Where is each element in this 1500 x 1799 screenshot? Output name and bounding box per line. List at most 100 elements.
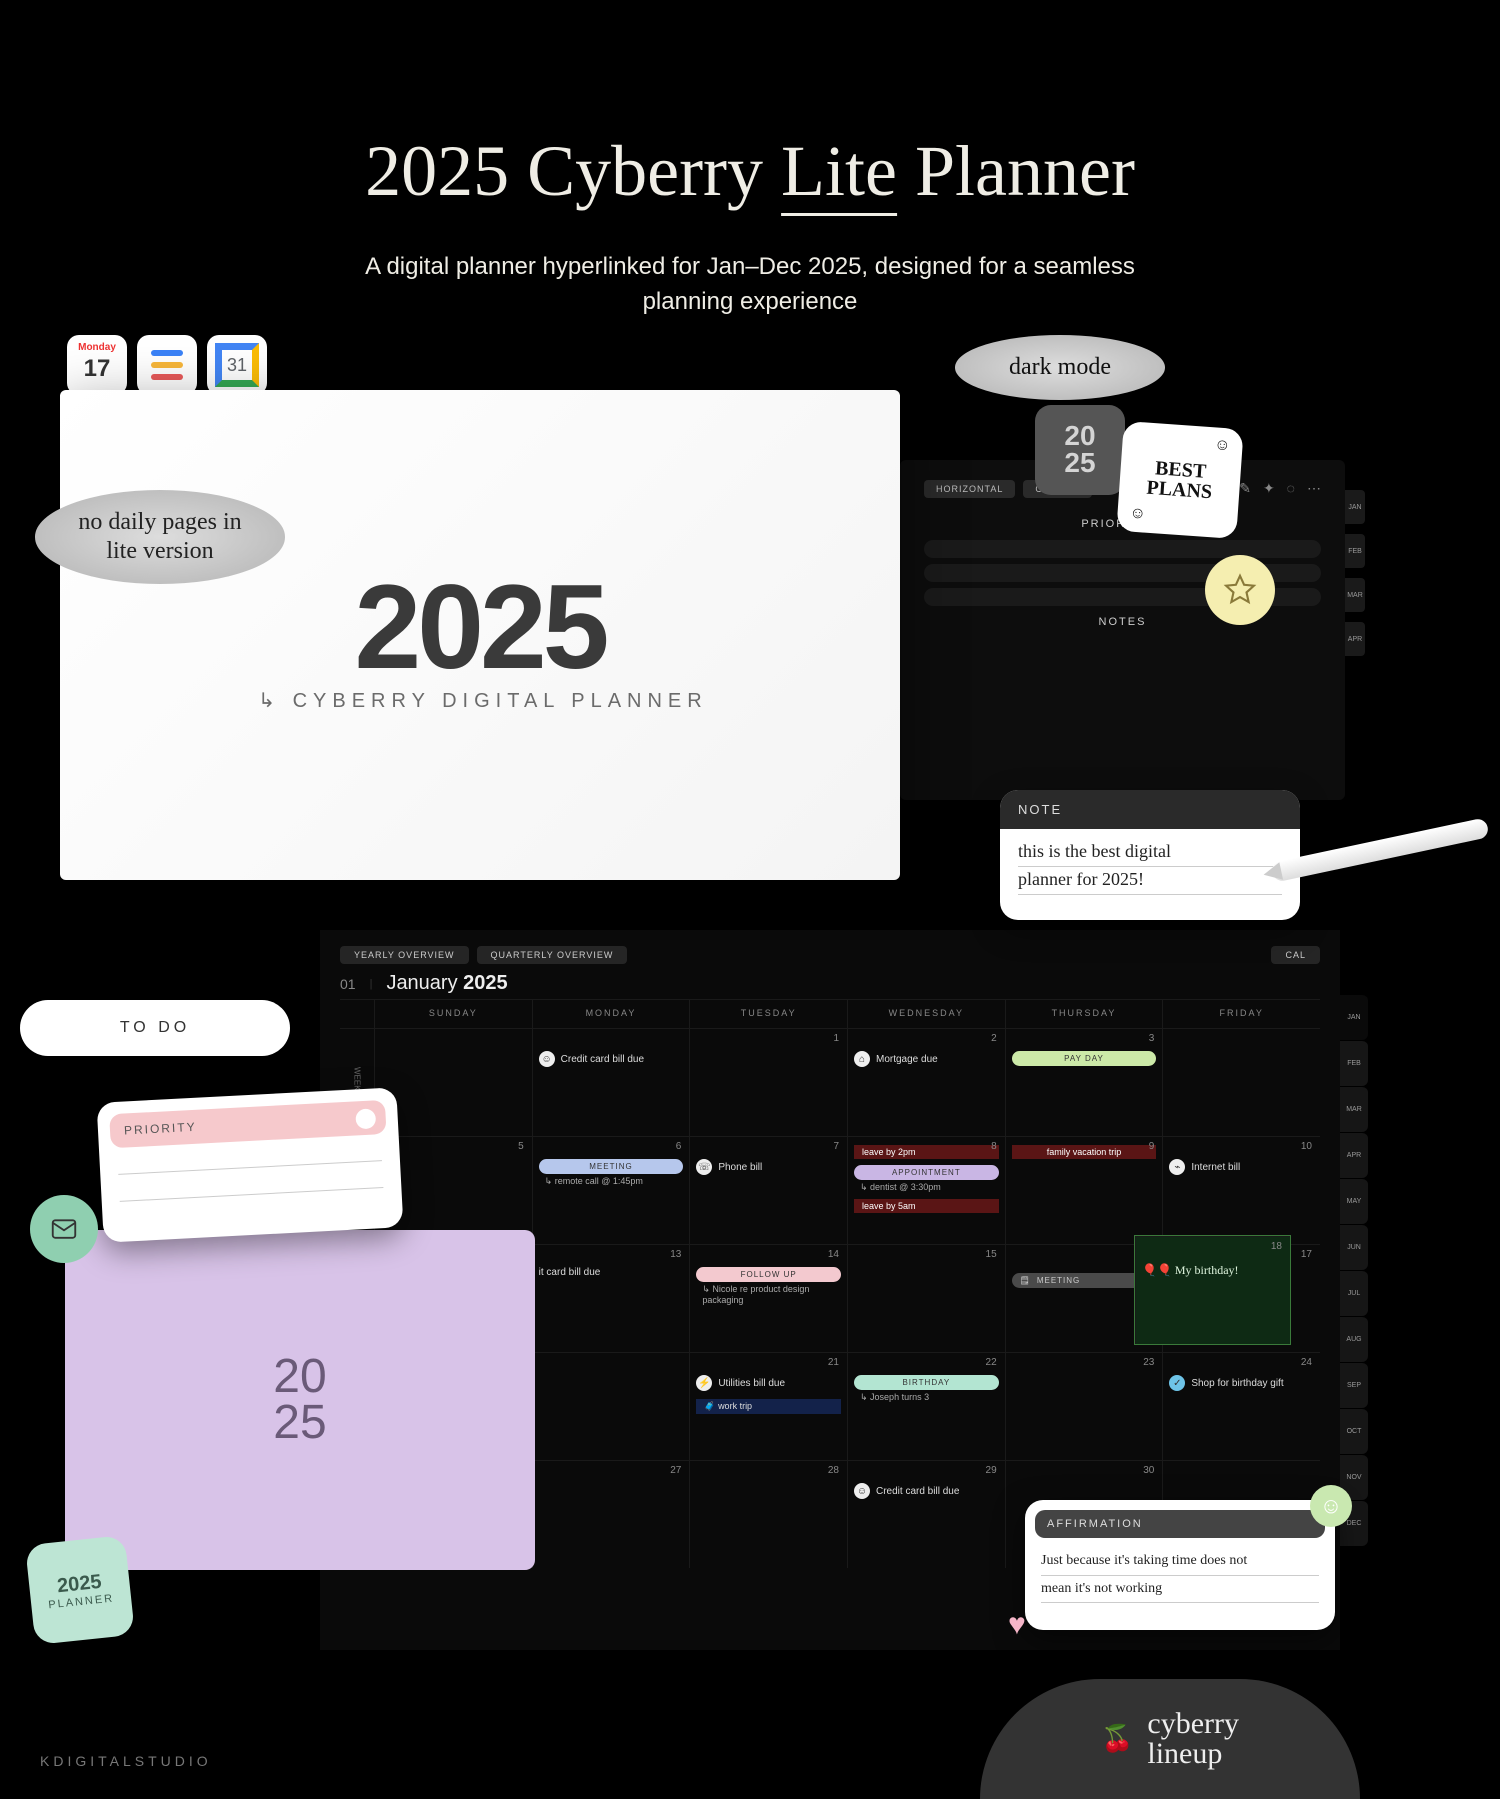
event-pill: BIRTHDAY xyxy=(854,1375,999,1390)
month-tab[interactable]: SEP xyxy=(1340,1362,1368,1408)
day-cell[interactable]: 21 ⚡Utilities bill due 🧳 work trip xyxy=(689,1352,847,1460)
day-cell[interactable]: 8 leave by 2pm APPOINTMENT dentist @ 3:3… xyxy=(847,1136,1005,1244)
title-post: Planner xyxy=(897,131,1135,211)
lineup-badge: 🍒 cyberry lineup xyxy=(980,1679,1360,1799)
day-cell[interactable]: ☺Credit card bill due xyxy=(532,1028,690,1136)
cover-subtitle: CYBERRY DIGITAL PLANNER xyxy=(252,688,707,713)
month-tab[interactable]: OCT xyxy=(1340,1408,1368,1454)
apple-calendar-icon: Monday 17 xyxy=(67,335,127,395)
side-tab[interactable]: APR xyxy=(1345,622,1365,656)
affirmation-line: Just because it's taking time does not xyxy=(1041,1548,1319,1576)
priority-label: PRIORITY xyxy=(109,1100,386,1148)
check-icon: ✓ xyxy=(1169,1375,1185,1391)
note-card: NOTE this is the best digital planner fo… xyxy=(1000,790,1300,920)
event-text: Internet bill xyxy=(1191,1162,1240,1173)
day-cell[interactable]: 29 ☺Credit card bill due xyxy=(847,1460,1005,1568)
day-cell[interactable]: 24 ✓Shop for birthday gift xyxy=(1162,1352,1320,1460)
bolt-icon: ⚡ xyxy=(696,1375,712,1391)
day-cell[interactable]: 1 xyxy=(689,1028,847,1136)
day-cell[interactable]: 13 it card bill due xyxy=(532,1244,690,1352)
page-title: 2025 Cyberry Lite Planner xyxy=(365,130,1135,213)
day-cell[interactable]: 14 FOLLOW UP Nicole re product design pa… xyxy=(689,1244,847,1352)
day-cell[interactable]: 28 xyxy=(689,1460,847,1568)
event-text: Mortgage due xyxy=(876,1054,938,1065)
notes-heading: NOTES xyxy=(924,616,1321,628)
calendar-day: 17 xyxy=(84,355,111,383)
day-cell[interactable]: 6 MEETING remote call @ 1:45pm xyxy=(532,1136,690,1244)
dow-header: MONDAY xyxy=(532,1000,690,1028)
event-bar: leave by 2pm xyxy=(854,1145,999,1159)
side-tab[interactable]: MAR xyxy=(1345,578,1365,612)
lineup-text: cyberry lineup xyxy=(1147,1709,1239,1769)
note-icon: 🗒 xyxy=(1020,1276,1031,1285)
affirmation-line: mean it's not working xyxy=(1041,1576,1319,1604)
day-cell[interactable]: 23 xyxy=(1005,1352,1163,1460)
event-text: it card bill due xyxy=(539,1267,601,1278)
day-cell[interactable]: 2 ⌂Mortgage due xyxy=(847,1028,1005,1136)
month-tab[interactable]: MAR xyxy=(1340,1086,1368,1132)
event-sub: Nicole re product design packaging xyxy=(696,1284,841,1305)
note-line: planner for 2025! xyxy=(1018,867,1282,895)
cal-button[interactable]: CAL xyxy=(1271,946,1320,964)
brand-footer: KDIGITALSTUDIO xyxy=(40,1753,212,1769)
envelope-icon xyxy=(49,1214,79,1244)
day-cell[interactable]: 9 family vacation trip xyxy=(1005,1136,1163,1244)
best-plans-sticker: BEST PLANS xyxy=(1116,421,1243,539)
event-text: Shop for birthday gift xyxy=(1191,1378,1283,1389)
dow-header: WEDNESDAY xyxy=(847,1000,1005,1028)
tab-yearly[interactable]: YEARLY OVERVIEW xyxy=(340,946,469,964)
money-icon: ☺ xyxy=(854,1483,870,1499)
home-icon: ⌂ xyxy=(854,1051,870,1067)
title-pre: 2025 Cyberry xyxy=(365,131,781,211)
no-daily-bubble: no daily pages in lite version xyxy=(35,490,285,584)
tool-icons: ✎ ✦ ◌ ⋯ xyxy=(1239,480,1321,497)
day-cell[interactable]: 15 xyxy=(847,1244,1005,1352)
brush-icon[interactable]: ✦ xyxy=(1263,480,1275,497)
apple-pencil-icon xyxy=(1270,817,1489,882)
month-tab[interactable]: JUN xyxy=(1340,1224,1368,1270)
side-tab[interactable]: FEB xyxy=(1345,534,1365,568)
day-cell[interactable] xyxy=(1162,1028,1320,1136)
priority-card: PRIORITY xyxy=(97,1087,404,1243)
month-tab[interactable]: APR xyxy=(1340,1132,1368,1178)
pencil-icon[interactable]: ✎ xyxy=(1239,480,1251,497)
event-text: My birthday! xyxy=(1175,1263,1239,1277)
wifi-icon: ⌁ xyxy=(1169,1159,1185,1175)
day-cell[interactable]: 27 xyxy=(532,1460,690,1568)
tab-quarterly[interactable]: QUARTERLY OVERVIEW xyxy=(477,946,628,964)
note-line: this is the best digital xyxy=(1018,839,1282,867)
month-tab[interactable]: FEB xyxy=(1340,1040,1368,1086)
cover-year: 2025 xyxy=(355,558,606,696)
day-cell[interactable]: 3 PAY DAY xyxy=(1005,1028,1163,1136)
event-text: work trip xyxy=(718,1401,752,1411)
month-number: 01 xyxy=(340,976,356,992)
day-cell[interactable]: 22 BIRTHDAY Joseph turns 3 xyxy=(847,1352,1005,1460)
eraser-icon[interactable]: ◌ xyxy=(1287,480,1295,497)
day-cell[interactable]: 10 ⌁Internet bill xyxy=(1162,1136,1320,1244)
page-subtitle: A digital planner hyperlinked for Jan–De… xyxy=(360,250,1140,320)
side-tab[interactable]: JAN xyxy=(1345,490,1365,524)
todo-pill: TO DO xyxy=(20,1000,290,1056)
day-cell[interactable]: 7 ☏Phone bill xyxy=(689,1136,847,1244)
birthday-cell[interactable]: 18 🎈🎈 My birthday! xyxy=(1135,1236,1290,1344)
event-bar: leave by 5am xyxy=(854,1199,999,1213)
month-tab[interactable]: JAN xyxy=(1340,994,1368,1040)
month-side-tabs: JAN FEB MAR APR xyxy=(1345,490,1365,656)
month-tab[interactable]: MAY xyxy=(1340,1178,1368,1224)
event-pill: FOLLOW UP xyxy=(696,1267,841,1282)
month-header: 01 | January 2025 xyxy=(340,972,1320,995)
tab-horizontal[interactable]: HORIZONTAL xyxy=(924,480,1015,498)
event-bar: family vacation trip xyxy=(1012,1145,1157,1159)
phone-icon: ☏ xyxy=(696,1159,712,1175)
lavender-cover: 20 25 xyxy=(65,1230,535,1570)
day-cell[interactable] xyxy=(532,1352,690,1460)
cherry-icon: 🍒 xyxy=(1101,1724,1133,1754)
month-tab[interactable]: JUL xyxy=(1340,1270,1368,1316)
heart-sticker: ♥ xyxy=(1008,1608,1026,1642)
month-name: January xyxy=(386,972,457,994)
more-icon[interactable]: ⋯ xyxy=(1307,480,1321,497)
event-text: Credit card bill due xyxy=(876,1486,959,1497)
month-tab[interactable]: AUG xyxy=(1340,1316,1368,1362)
mail-sticker xyxy=(30,1195,98,1263)
suitcase-icon: 🧳 xyxy=(704,1401,715,1411)
